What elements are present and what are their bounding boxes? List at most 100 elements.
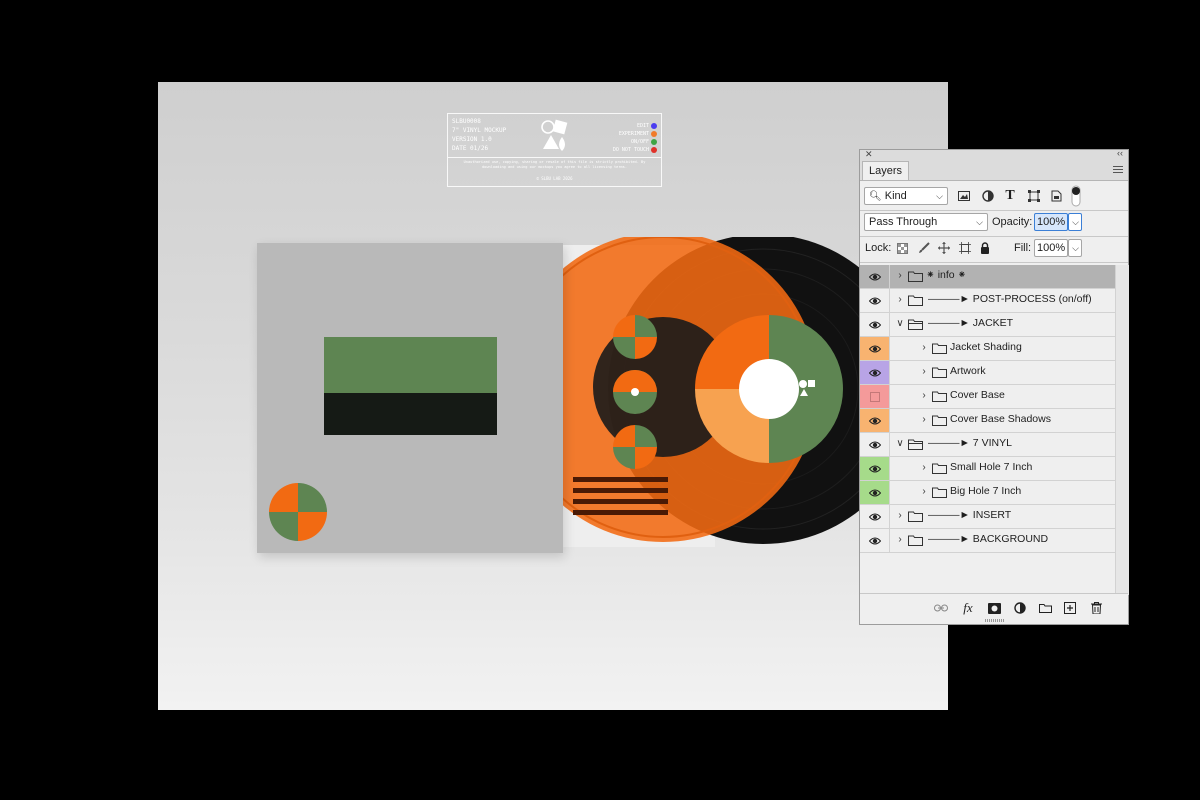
new-group-icon[interactable] <box>1038 601 1052 615</box>
sleeve-circle-badge <box>269 483 327 541</box>
visibility-eye-icon[interactable] <box>860 505 890 528</box>
panel-menu-icon[interactable] <box>1113 166 1123 174</box>
orange-vinyl-label <box>613 315 657 469</box>
delete-layer-icon[interactable] <box>1089 601 1103 615</box>
panel-titlebar: ✕ ‹‹ <box>860 148 1128 160</box>
layer-row[interactable]: ∨ ———► 7 VINYL <box>860 433 1115 457</box>
chevron-right-icon[interactable]: › <box>920 414 928 425</box>
chevron-right-icon[interactable]: › <box>896 510 904 521</box>
layer-name: ———► INSERT <box>928 509 1012 521</box>
lock-transparent-pixels-icon[interactable] <box>894 239 910 257</box>
fill-dropdown-button[interactable]: ⌵ <box>1068 239 1082 257</box>
chevron-down-icon[interactable]: ∨ <box>896 438 904 449</box>
visibility-eye-icon[interactable] <box>860 361 890 384</box>
panel-resize-grip[interactable] <box>985 619 1005 622</box>
chevron-right-icon[interactable]: › <box>920 342 928 353</box>
chevron-right-icon[interactable]: › <box>920 462 928 473</box>
image-filter-icon[interactable] <box>956 187 972 205</box>
layer-name: Cover Base Shadows <box>950 413 1051 425</box>
layer-row[interactable]: › Cover Base Shadows <box>860 409 1115 433</box>
opacity-dropdown-button[interactable]: ⌵ <box>1068 213 1082 231</box>
filter-toggle[interactable] <box>1070 185 1082 207</box>
folder-icon <box>908 511 923 525</box>
chevron-down-icon: ⌵ <box>976 217 983 227</box>
layer-row[interactable]: › ⁕ info ⁕ <box>860 265 1115 289</box>
visibility-eye-icon[interactable] <box>860 289 890 312</box>
smart-object-filter-icon[interactable] <box>1048 187 1064 205</box>
layer-row[interactable]: ∨ ———► JACKET <box>860 313 1115 337</box>
divider <box>860 262 1128 263</box>
layer-row[interactable]: › Cover Base <box>860 385 1115 409</box>
lock-position-icon[interactable] <box>936 239 952 257</box>
visibility-eye-icon[interactable] <box>860 265 890 288</box>
blend-mode-value: Pass Through <box>869 216 938 228</box>
folder-icon <box>932 343 947 357</box>
record-sleeve <box>257 243 563 553</box>
layer-row[interactable]: › ———► POST-PROCESS (on/off) <box>860 289 1115 313</box>
opacity-input[interactable]: 100% <box>1034 213 1068 231</box>
visibility-eye-icon[interactable] <box>860 529 890 552</box>
close-panel-icon[interactable]: ✕ <box>865 149 873 160</box>
document-canvas[interactable]: SLBU0008 7" VINYL MOCKUP VERSION 1.0 DAT… <box>158 82 948 710</box>
lock-row: Lock: Fill: 100% ⌵ <box>864 239 1124 259</box>
opacity-label: Opacity: <box>992 216 1033 228</box>
lock-label: Lock: <box>865 242 892 254</box>
layer-name: Big Hole 7 Inch <box>950 485 1022 497</box>
layer-list-scrollbar[interactable] <box>1115 265 1129 595</box>
sleeve-artwork <box>324 337 497 435</box>
legend-onoff: ON/OFF <box>613 138 657 146</box>
visibility-eye-icon[interactable] <box>860 337 890 360</box>
chevron-right-icon[interactable]: › <box>896 534 904 545</box>
filter-row: 🔍︎ Kind ⌵ T <box>864 185 1124 207</box>
visibility-eye-icon[interactable] <box>860 433 890 456</box>
lock-all-icon[interactable] <box>977 239 993 257</box>
chevron-down-icon: ⌵ <box>1072 217 1079 227</box>
folder-icon <box>908 271 923 285</box>
search-icon: 🔍︎ <box>869 191 882 202</box>
license-notice: Unauthorized use, copying, sharing or re… <box>463 160 646 169</box>
shape-filter-icon[interactable] <box>1026 187 1042 205</box>
folder-icon <box>908 295 923 309</box>
layer-row[interactable]: › ———► BACKGROUND <box>860 529 1115 553</box>
layer-effects-icon[interactable]: fx <box>961 600 975 615</box>
blend-row: Pass Through ⌵ Opacity: 100% ⌵ <box>864 213 1124 233</box>
layer-row[interactable]: › Artwork <box>860 361 1115 385</box>
layer-list: › ⁕ info ⁕ › ———► POST-PROCESS (on/off) ∨ ———… <box>860 265 1115 553</box>
blend-mode-dropdown[interactable]: Pass Through ⌵ <box>864 213 988 231</box>
layer-row[interactable]: › Small Hole 7 Inch <box>860 457 1115 481</box>
tab-layers[interactable]: Layers <box>862 161 910 180</box>
chevron-right-icon[interactable]: › <box>920 366 928 377</box>
folder-icon <box>932 415 947 429</box>
collapse-panel-icon[interactable]: ‹‹ <box>1117 148 1123 158</box>
layer-row[interactable]: › Jacket Shading <box>860 337 1115 361</box>
layer-name: Small Hole 7 Inch <box>950 461 1033 473</box>
panel-bottom-toolbar: fx <box>860 593 1128 624</box>
visibility-off-icon[interactable] <box>860 385 890 408</box>
adjustment-filter-icon[interactable] <box>980 187 996 205</box>
legend-edit: EDIT <box>613 122 657 130</box>
sleeve-artwork-green <box>324 337 497 393</box>
lock-artboard-icon[interactable] <box>957 239 973 257</box>
chevron-right-icon[interactable]: › <box>920 486 928 497</box>
new-fill-adjustment-layer-icon[interactable] <box>1013 601 1027 615</box>
layer-row[interactable]: › Big Hole 7 Inch <box>860 481 1115 505</box>
chevron-right-icon[interactable]: › <box>896 270 904 281</box>
filter-kind-dropdown[interactable]: 🔍︎ Kind ⌵ <box>864 187 948 205</box>
new-layer-icon[interactable] <box>1063 601 1077 615</box>
visibility-eye-icon[interactable] <box>860 481 890 504</box>
link-layers-icon[interactable] <box>934 601 948 615</box>
chevron-down-icon[interactable]: ∨ <box>896 318 904 329</box>
divider <box>860 236 1128 237</box>
chevron-right-icon[interactable]: › <box>896 294 904 305</box>
visibility-eye-icon[interactable] <box>860 457 890 480</box>
type-filter-icon[interactable]: T <box>1002 187 1018 205</box>
lock-image-pixels-icon[interactable] <box>916 239 932 257</box>
visibility-eye-icon[interactable] <box>860 409 890 432</box>
visibility-eye-icon[interactable] <box>860 313 890 336</box>
layer-name: ———► 7 VINYL <box>928 437 1012 449</box>
fill-input[interactable]: 100% <box>1034 239 1068 257</box>
chevron-right-icon[interactable]: › <box>920 390 928 401</box>
layer-row[interactable]: › ———► INSERT <box>860 505 1115 529</box>
add-mask-icon[interactable] <box>987 601 1001 615</box>
folder-open-icon <box>908 319 923 333</box>
